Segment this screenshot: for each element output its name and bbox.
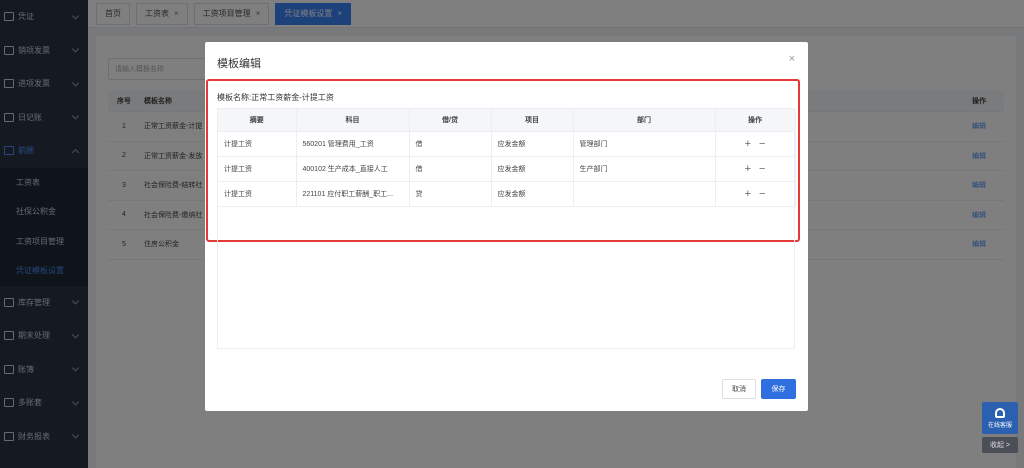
add-row-button[interactable]: + xyxy=(745,138,751,150)
entry-table-wrapper: 摘要 科目 借/贷 项目 部门 操作 计提工资 560201 管理费用_工资 借… xyxy=(217,108,796,349)
headset-icon xyxy=(995,407,1005,418)
table-header: 摘要 科目 借/贷 项目 部门 操作 xyxy=(218,109,796,132)
cell-department[interactable]: 管理部门 xyxy=(573,131,716,157)
add-row-button[interactable]: + xyxy=(745,188,751,200)
table-row: 计提工资 560201 管理费用_工资 借 应发金额 管理部门 + − xyxy=(218,131,796,157)
cell-item[interactable]: 应发金额 xyxy=(491,181,574,207)
cell-summary[interactable]: 计提工资 xyxy=(218,131,297,157)
cell-subject[interactable]: 221101 应付职工薪酬_职工... xyxy=(296,181,410,207)
collapse-button[interactable]: 收起 > xyxy=(982,437,1018,453)
cell-ops: + − xyxy=(715,156,796,182)
cell-ops: + − xyxy=(715,181,796,207)
col-summary: 摘要 xyxy=(218,109,297,132)
col-department: 部门 xyxy=(573,109,716,132)
cell-summary[interactable]: 计提工资 xyxy=(218,156,297,182)
online-service-button[interactable]: 在线客服 xyxy=(982,402,1018,434)
cell-item[interactable]: 应发金额 xyxy=(491,156,574,182)
cell-department[interactable] xyxy=(573,181,716,207)
cancel-button[interactable]: 取消 xyxy=(722,379,756,399)
service-label: 在线客服 xyxy=(987,422,1012,429)
col-subject: 科目 xyxy=(296,109,410,132)
cell-subject[interactable]: 560201 管理费用_工资 xyxy=(296,131,410,157)
cell-debit-credit[interactable]: 借 xyxy=(409,131,492,157)
cell-ops: + − xyxy=(715,131,796,157)
entry-table: 摘要 科目 借/贷 项目 部门 操作 计提工资 560201 管理费用_工资 借… xyxy=(218,109,796,207)
col-ops: 操作 xyxy=(715,109,796,132)
remove-row-button[interactable]: − xyxy=(759,138,765,150)
remove-row-button[interactable]: − xyxy=(759,163,765,175)
add-row-button[interactable]: + xyxy=(745,163,751,175)
remove-row-button[interactable]: − xyxy=(759,188,765,200)
cell-department[interactable]: 生产部门 xyxy=(573,156,716,182)
col-item: 项目 xyxy=(491,109,574,132)
cell-item[interactable]: 应发金额 xyxy=(491,131,574,157)
table-row: 计提工资 400102 生产成本_直接人工 借 应发金额 生产部门 + − xyxy=(218,156,796,182)
cell-summary[interactable]: 计提工资 xyxy=(218,181,297,207)
col-debit-credit: 借/贷 xyxy=(409,109,492,132)
cell-debit-credit[interactable]: 借 xyxy=(409,156,492,182)
template-edit-modal: 模板编辑 × 模板名称:正常工资薪金-计提工资 摘要 科目 借/贷 项目 部门 … xyxy=(205,42,808,411)
modal-title: 模板编辑 xyxy=(217,58,261,70)
save-button[interactable]: 保存 xyxy=(761,379,796,399)
template-name-label: 模板名称:正常工资薪金-计提工资 xyxy=(217,93,334,102)
cell-subject[interactable]: 400102 生产成本_直接人工 xyxy=(296,156,410,182)
cell-debit-credit[interactable]: 贷 xyxy=(409,181,492,207)
close-icon[interactable]: × xyxy=(789,53,795,65)
table-row: 计提工资 221101 应付职工薪酬_职工... 贷 应发金额 + − xyxy=(218,181,796,207)
